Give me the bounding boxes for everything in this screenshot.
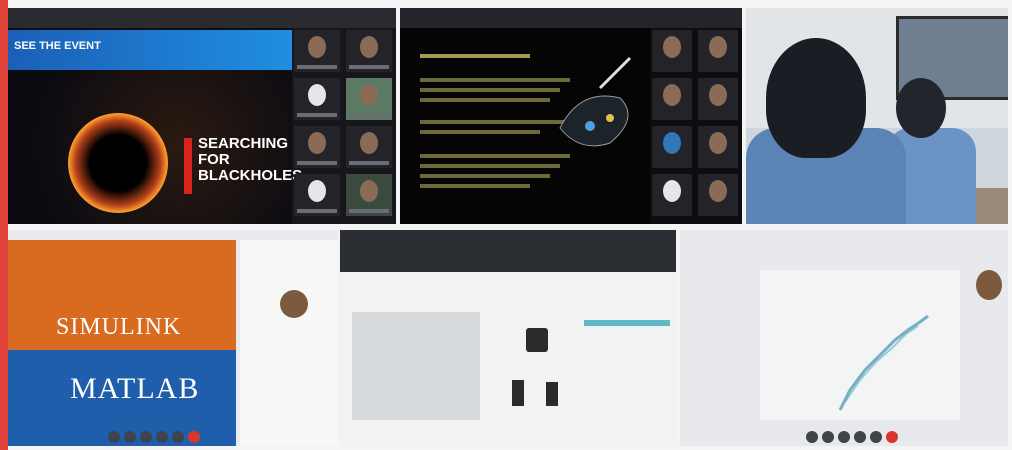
end-call-icon [886, 431, 898, 443]
scatter-points [838, 314, 929, 411]
avatar [976, 270, 1002, 300]
participant-name [349, 65, 389, 69]
control-icon [124, 431, 136, 443]
avatar [663, 36, 681, 58]
participant-tile [698, 78, 738, 120]
participant-tile [346, 78, 392, 120]
slide-text-line [420, 174, 550, 178]
control-icon [838, 431, 850, 443]
simulink-poster [8, 240, 236, 446]
participant-tile [698, 126, 738, 168]
participant-tile [346, 30, 392, 72]
student-head [896, 78, 946, 138]
avatar [308, 180, 326, 202]
participant-tile [294, 174, 340, 216]
headline-text: SEARCHING FOR BLACKHOLES [198, 135, 303, 184]
avatar [663, 84, 681, 106]
simulink-title: SIMULINK [56, 314, 182, 340]
participant-name [349, 161, 389, 165]
participant-grid [294, 30, 394, 222]
robot-simulation [340, 230, 676, 446]
matlab-title: MATLAB [70, 372, 200, 405]
control-icon [156, 431, 168, 443]
participant-tile [698, 174, 738, 216]
participant-name [349, 113, 389, 117]
robot-leg [512, 380, 524, 406]
lecture-screenshot [400, 8, 742, 224]
avatar [280, 290, 308, 318]
student-head [766, 38, 866, 158]
avatar [308, 36, 326, 58]
meeting-topbar [8, 8, 396, 28]
collage: SEE THE EVENT SEARCHING FOR BLACKHOLES S… [0, 0, 1012, 450]
slide-text-line [420, 164, 560, 168]
meeting-controls [806, 430, 902, 446]
participant-tile [346, 174, 392, 216]
avatar [308, 132, 326, 154]
participant-tile [294, 126, 340, 168]
side-panel [240, 240, 338, 446]
control-icon [870, 431, 882, 443]
avatar [709, 36, 727, 58]
plot-pane [352, 312, 480, 420]
participant-name [297, 161, 337, 165]
avatar [709, 180, 727, 202]
webinar-screenshot: SEE THE EVENT SEARCHING FOR BLACKHOLES [8, 8, 396, 224]
participant-name [297, 209, 337, 213]
participant-tile [652, 30, 692, 72]
meeting-controls [108, 430, 204, 444]
red-strip [184, 138, 192, 194]
participant-name [297, 65, 337, 69]
participant-grid [652, 30, 740, 222]
avatar [663, 180, 681, 202]
end-call-icon [188, 431, 200, 443]
slide-text-line [420, 130, 540, 134]
control-icon [854, 431, 866, 443]
slide-text-line [420, 98, 550, 102]
participant-name [297, 113, 337, 117]
meeting-topbar [400, 8, 742, 28]
blackhole-graphic [68, 113, 168, 213]
robot-leg [546, 382, 558, 406]
plot-session [680, 230, 1008, 446]
control-icon [822, 431, 834, 443]
event-banner: SEE THE EVENT [8, 30, 292, 70]
slide-heading-line [420, 54, 530, 58]
participant-tile [346, 126, 392, 168]
classroom-photo [746, 8, 1008, 224]
participant-name [349, 209, 389, 213]
lecture-slide [400, 28, 650, 224]
avatar [360, 84, 378, 106]
app-topbar [340, 230, 676, 272]
control-icon [172, 431, 184, 443]
control-icon [806, 431, 818, 443]
avatar [709, 132, 727, 154]
banner-text: SEE THE EVENT [14, 40, 101, 52]
avatar [360, 36, 378, 58]
participant-tile [294, 78, 340, 120]
avatar [663, 132, 681, 154]
control-icon [140, 431, 152, 443]
participant-tile [652, 174, 692, 216]
participant-tile [652, 78, 692, 120]
avatar [709, 84, 727, 106]
left-accent-bar [0, 0, 8, 450]
slide-text-line [420, 88, 560, 92]
control-icon [108, 431, 120, 443]
avatar [360, 132, 378, 154]
participant-tile [652, 126, 692, 168]
avatar [308, 84, 326, 106]
matlab-session: SIMULINK MATLAB [8, 230, 338, 446]
participant-tile [294, 30, 340, 72]
participant-tile [698, 30, 738, 72]
avatar [360, 180, 378, 202]
highlight-bar [584, 320, 670, 326]
robot-body [526, 328, 548, 352]
slide-text-line [420, 184, 530, 188]
blackhole-diagram [559, 56, 632, 147]
